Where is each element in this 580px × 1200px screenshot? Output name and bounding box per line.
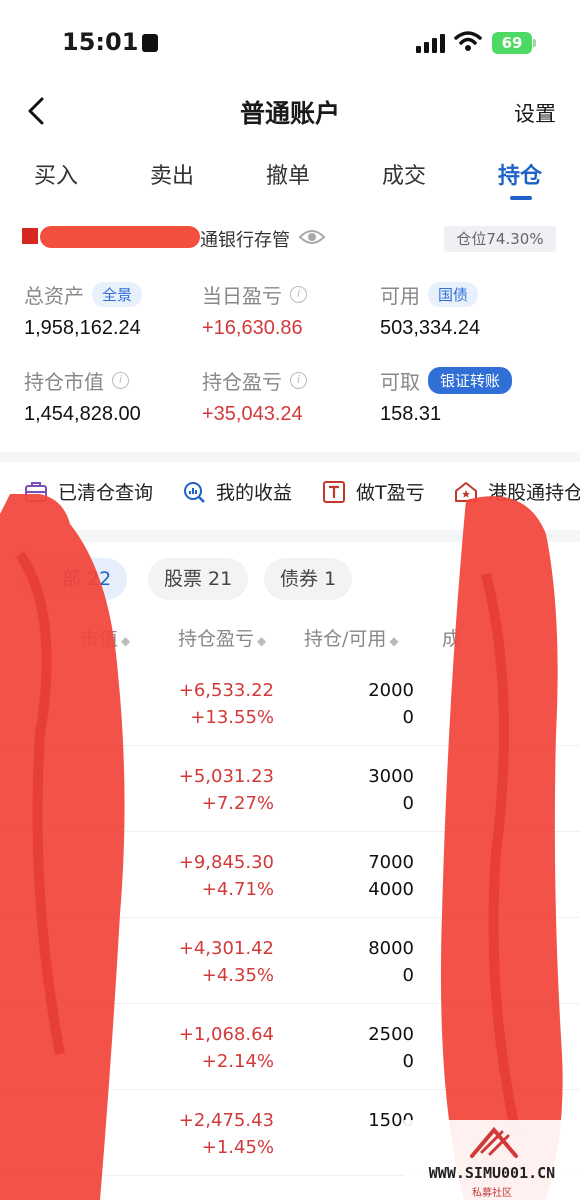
- eye-icon[interactable]: [298, 228, 326, 246]
- bank-transfer-button[interactable]: 银证转账: [428, 367, 513, 394]
- cellular-signal-icon: [416, 34, 445, 53]
- shortcut-label: 我的收益: [216, 482, 293, 504]
- day-trade-pl-shortcut[interactable]: 做T盈亏: [322, 478, 425, 505]
- panorama-button[interactable]: 全景: [92, 282, 143, 307]
- filter-bonds[interactable]: 债券 1: [264, 558, 353, 600]
- filter-stocks[interactable]: 股票 21: [148, 558, 249, 600]
- metric-withdrawable: 可取 银证转账 158.31: [380, 366, 513, 426]
- row-pl-percent: +13.55%: [190, 707, 274, 728]
- row-holding: 8000: [368, 938, 414, 959]
- tab-deals[interactable]: 成交: [382, 158, 426, 190]
- daily-pl-value: +16,630.86: [202, 317, 303, 339]
- metric-market-value: 持仓市值 i 1,454,828.00: [24, 366, 141, 426]
- section-divider: [0, 452, 580, 462]
- info-icon[interactable]: i: [112, 372, 129, 389]
- row-holding: 3000: [368, 766, 414, 787]
- row-holding: 2500: [368, 1024, 414, 1045]
- row-pl: +6,533.22: [178, 680, 274, 701]
- row-available: 0: [402, 965, 414, 986]
- row-pl-percent: +4.71%: [201, 879, 274, 900]
- position-pl-value: +35,043.24: [202, 403, 303, 425]
- row-holding: 7000: [368, 852, 414, 873]
- row-pl: +4,301.42: [178, 938, 274, 959]
- metric-label: 总资产: [24, 284, 84, 308]
- metric-available: 可用 国债 503,334.24: [380, 280, 480, 340]
- row-pl: +5,031.23: [178, 766, 274, 787]
- total-assets-value: 1,958,162.24: [24, 317, 141, 339]
- simu-logo-icon: [470, 1126, 518, 1158]
- row-pl: +1,068.64: [178, 1024, 274, 1045]
- account-row: 通银行存管 仓位74.30%: [0, 222, 580, 258]
- redaction-scribble-left: [0, 494, 125, 1200]
- tab-positions[interactable]: 持仓: [498, 158, 542, 190]
- tab-sell[interactable]: 卖出: [150, 158, 194, 190]
- watermark-site: WWW.SIMU001.CN: [428, 1164, 556, 1182]
- row-pl: +9,845.30: [178, 852, 274, 873]
- redaction-scribble-right: [440, 496, 563, 1200]
- position-ratio-badge: 仓位74.30%: [444, 226, 556, 252]
- battery-tip: [533, 39, 536, 47]
- metric-label: 持仓盈亏: [202, 370, 282, 394]
- metric-label: 当日盈亏: [202, 284, 282, 308]
- withdrawable-value: 158.31: [380, 403, 442, 425]
- row-pl: +2,475.43: [178, 1110, 274, 1131]
- info-icon[interactable]: i: [290, 372, 307, 389]
- tab-active-indicator: [510, 196, 532, 200]
- wifi-icon: [454, 31, 482, 51]
- page-title: 普通账户: [239, 99, 340, 128]
- watermark-sub: 私募社区: [472, 1188, 512, 1199]
- redaction-mark: [40, 226, 200, 248]
- row-holding: 2000: [368, 680, 414, 701]
- col-position-pl[interactable]: 持仓盈亏 ◆: [178, 624, 266, 651]
- nav-bar: 普通账户 设置: [0, 86, 580, 138]
- metric-label: 可取: [380, 370, 420, 394]
- status-time: 15:01: [62, 28, 159, 56]
- metric-total-assets: 总资产 全景 1,958,162.24: [24, 280, 143, 340]
- tab-cancel[interactable]: 撤单: [266, 158, 310, 190]
- metric-position-pl: 持仓盈亏 i +35,043.24: [202, 366, 307, 426]
- battery-indicator: 69: [492, 32, 532, 54]
- col-holding-available[interactable]: 持仓/可用 ◆: [304, 624, 399, 651]
- metric-label: 持仓市值: [24, 370, 104, 394]
- tab-buy[interactable]: 买入: [34, 158, 78, 190]
- row-available: 0: [402, 1051, 414, 1072]
- row-pl-percent: +4.35%: [201, 965, 274, 986]
- settings-button[interactable]: 设置: [514, 98, 556, 128]
- row-available: 0: [402, 793, 414, 814]
- bank-custody-label: 通银行存管: [200, 230, 290, 251]
- row-pl-percent: +2.14%: [201, 1051, 274, 1072]
- row-pl-percent: +1.45%: [201, 1137, 274, 1158]
- row-available: 4000: [368, 879, 414, 900]
- metric-label: 可用: [380, 284, 420, 308]
- trade-tabs: 买入 卖出 撤单 成交 持仓: [0, 150, 580, 206]
- row-pl-percent: +7.27%: [201, 793, 274, 814]
- market-value-value: 1,454,828.00: [24, 403, 141, 425]
- metric-daily-pl: 当日盈亏 i +16,630.86: [202, 280, 307, 340]
- sort-icon: ◆: [257, 634, 267, 648]
- shortcut-label: 做T盈亏: [356, 482, 425, 504]
- treasury-bond-button[interactable]: 国债: [428, 282, 479, 307]
- sort-icon: ◆: [389, 634, 399, 648]
- t-box-icon: [323, 480, 345, 503]
- id-badge-icon: [142, 34, 159, 52]
- available-value: 503,334.24: [380, 317, 481, 339]
- status-bar: 15:01 69: [0, 0, 580, 80]
- info-icon[interactable]: i: [290, 286, 307, 303]
- row-available: 0: [402, 707, 414, 728]
- site-watermark: WWW.SIMU001.CN 私募社区: [404, 1120, 580, 1200]
- bank-flag-icon: [22, 228, 38, 244]
- magnifier-chart-icon: [184, 481, 205, 503]
- my-earnings-shortcut[interactable]: 我的收益: [182, 478, 292, 505]
